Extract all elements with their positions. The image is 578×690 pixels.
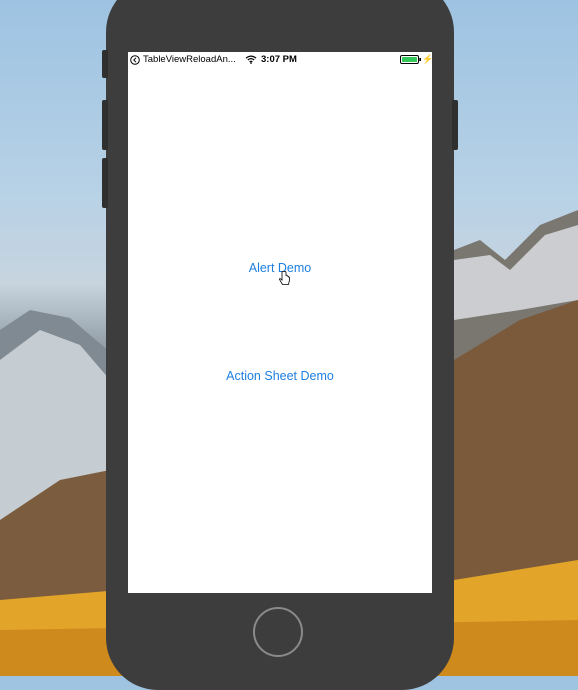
home-button[interactable] (253, 607, 303, 657)
back-to-app[interactable]: TableViewReloadAn... (130, 54, 236, 65)
volume-up-button (102, 100, 108, 150)
wifi-icon (245, 55, 257, 67)
mute-switch (102, 50, 108, 78)
back-arrow-icon[interactable] (130, 54, 140, 65)
hand-cursor-icon (278, 270, 291, 292)
app-screen: TableViewReloadAn... 3:07 PM ⚡ Alert Dem… (128, 52, 432, 593)
action-sheet-demo-button[interactable]: Action Sheet Demo (128, 369, 432, 383)
volume-down-button (102, 158, 108, 208)
status-time: 3:07 PM (261, 54, 297, 65)
power-button (452, 100, 458, 150)
battery-icon (400, 55, 422, 67)
status-bar: TableViewReloadAn... 3:07 PM ⚡ (128, 52, 432, 68)
back-app-label[interactable]: TableViewReloadAn... (143, 54, 236, 65)
bolt-icon: ⚡ (422, 54, 432, 64)
